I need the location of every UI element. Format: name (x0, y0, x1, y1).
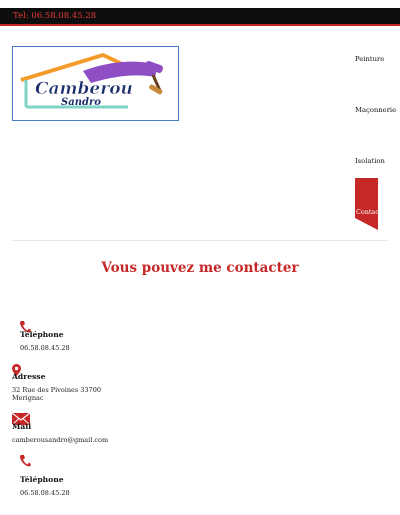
mail-label: Mail (12, 422, 32, 431)
nav-item-maconnerie[interactable]: Maçonnerie (355, 106, 396, 114)
top-bar: Tel: 06.58.08.45.28 (0, 8, 400, 26)
active-tab-marker (355, 178, 378, 230)
logo-title: Camberou (35, 79, 133, 99)
phone-value[interactable]: 06.58.08.45.28 (20, 344, 70, 353)
logo-subtitle: Sandro (61, 97, 101, 108)
nav-item-contact-label: Contact (356, 208, 382, 216)
nav-item-isolation[interactable]: Isolation (355, 157, 385, 165)
nav-item-contact[interactable]: Contact (355, 178, 382, 230)
mail-value[interactable]: camberousandro@gmail.com (12, 436, 108, 445)
address-label: Adresse (12, 372, 46, 381)
address-line2: Merignac (12, 394, 44, 402)
site-logo[interactable]: Camberou Sandro (12, 46, 179, 121)
phone-label: Téléphone (20, 330, 64, 339)
phone2-label: Téléphone (20, 475, 64, 484)
phone2-value[interactable]: 06.58.08.45.28 (20, 489, 70, 498)
logo-graphic: Camberou Sandro (20, 53, 163, 109)
nav-item-peinture[interactable]: Peinture (355, 55, 384, 63)
phone-icon (19, 452, 31, 471)
header-divider (12, 240, 388, 241)
topbar-phone[interactable]: Tel: 06.58.08.45.28 (13, 11, 96, 21)
contact-heading: Vous pouvez me contacter (101, 260, 299, 276)
